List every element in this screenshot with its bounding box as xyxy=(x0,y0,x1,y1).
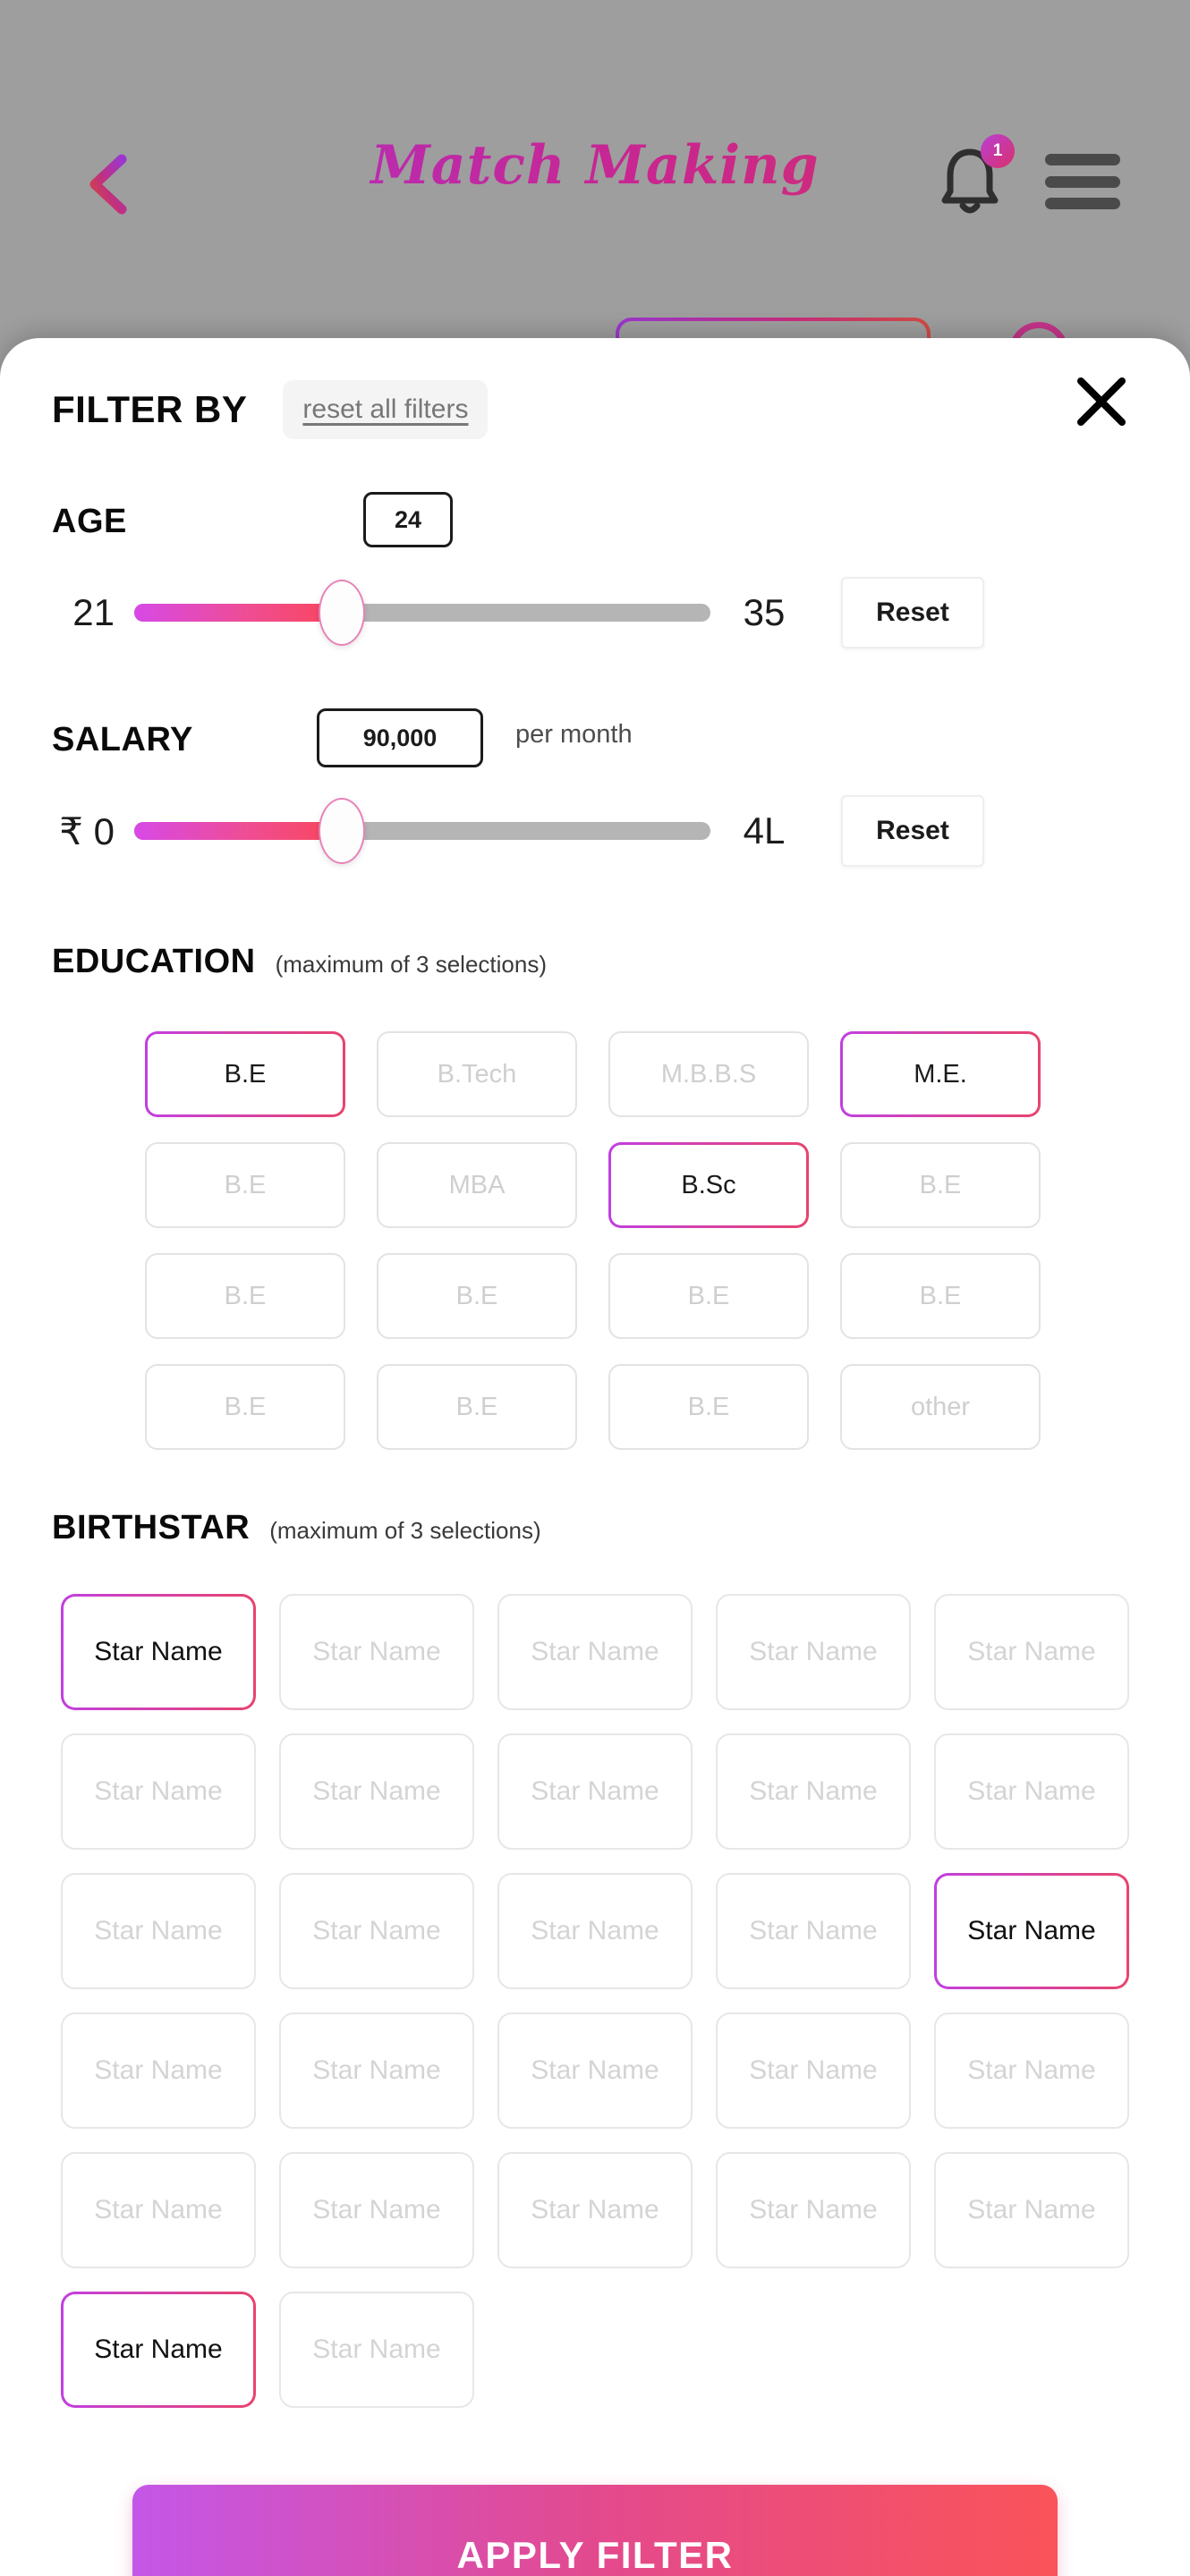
education-option-7[interactable]: B.E xyxy=(840,1142,1041,1228)
age-reset-button[interactable]: Reset xyxy=(841,577,984,648)
birthstar-option-23[interactable]: Star Name xyxy=(716,2152,911,2268)
education-option-13[interactable]: B.E xyxy=(377,1364,577,1450)
birthstar-option-14[interactable]: Star Name xyxy=(934,1873,1129,1989)
education-option-15[interactable]: other xyxy=(840,1364,1041,1450)
app-root: Match Making 1 Filter Profile FILTER BY … xyxy=(0,0,1190,2576)
birthstar-option-12[interactable]: Star Name xyxy=(497,1873,693,1989)
birthstar-option-22[interactable]: Star Name xyxy=(497,2152,693,2268)
birthstar-option-1[interactable]: Star Name xyxy=(279,1594,474,1710)
salary-reset-button[interactable]: Reset xyxy=(841,795,984,867)
birthstar-header: BIRTHSTAR (maximum of 3 selections) xyxy=(52,1509,1138,1547)
menu-bar-2 xyxy=(1045,175,1120,188)
education-section-note: (maximum of 3 selections) xyxy=(275,951,547,978)
notifications-button[interactable]: 1 xyxy=(936,134,1015,220)
salary-slider-row: ₹ 0 4L Reset xyxy=(52,795,1138,867)
birthstar-option-4[interactable]: Star Name xyxy=(934,1594,1129,1710)
birthstar-option-15[interactable]: Star Name xyxy=(61,2012,256,2129)
education-option-12[interactable]: B.E xyxy=(145,1364,345,1450)
birthstar-option-16[interactable]: Star Name xyxy=(279,2012,474,2129)
birthstar-option-6[interactable]: Star Name xyxy=(279,1733,474,1850)
education-option-4[interactable]: B.E xyxy=(145,1142,345,1228)
birthstar-option-21[interactable]: Star Name xyxy=(279,2152,474,2268)
birthstar-option-24[interactable]: Star Name xyxy=(934,2152,1129,2268)
birthstar-option-26[interactable]: Star Name xyxy=(279,2292,474,2408)
education-filter-section: EDUCATION (maximum of 3 selections) B.E B… xyxy=(52,943,1138,1450)
menu-bar-3 xyxy=(1045,198,1120,209)
education-option-3[interactable]: M.E. xyxy=(840,1031,1041,1117)
birthstar-option-9[interactable]: Star Name xyxy=(934,1733,1129,1850)
education-option-9[interactable]: B.E xyxy=(377,1253,577,1339)
education-header: EDUCATION (maximum of 3 selections) xyxy=(52,943,1138,981)
birthstar-options-grid: Star Name Star Name Star Name Star Name Star… xyxy=(61,1594,1138,2408)
salary-unit-label: per month xyxy=(515,720,633,749)
birthstar-option-11[interactable]: Star Name xyxy=(279,1873,474,1989)
age-slider-row: 21 35 Reset xyxy=(52,577,1138,648)
education-option-0[interactable]: B.E xyxy=(145,1031,345,1117)
hamburger-menu-icon[interactable] xyxy=(1045,154,1120,209)
apply-filter-button[interactable]: APPLY FILTER xyxy=(132,2485,1058,2576)
age-section-title: AGE xyxy=(52,503,127,540)
filter-by-title: FILTER BY xyxy=(52,388,248,430)
birthstar-option-17[interactable]: Star Name xyxy=(497,2012,693,2129)
salary-slider-thumb[interactable] xyxy=(318,798,365,864)
age-max-label: 35 xyxy=(743,591,786,633)
birthstar-option-10[interactable]: Star Name xyxy=(61,1873,256,1989)
age-slider-thumb[interactable] xyxy=(318,580,365,646)
filter-sheet: FILTER BY reset all filters AGE 24 21 35… xyxy=(0,338,1190,2576)
birthstar-filter-section: BIRTHSTAR (maximum of 3 selections) Star… xyxy=(52,1509,1138,2408)
notification-badge: 1 xyxy=(981,134,1015,168)
education-option-10[interactable]: B.E xyxy=(608,1253,809,1339)
age-value-chip[interactable]: 24 xyxy=(363,492,453,547)
birthstar-option-19[interactable]: Star Name xyxy=(934,2012,1129,2129)
birthstar-option-3[interactable]: Star Name xyxy=(716,1594,911,1710)
birthstar-option-0[interactable]: Star Name xyxy=(61,1594,256,1710)
back-arrow-icon[interactable] xyxy=(86,152,159,216)
education-options-grid: B.E B.Tech M.B.B.S M.E. B.E MBA B.Sc B.E B.E B.E B… xyxy=(145,1031,1138,1450)
salary-slider[interactable] xyxy=(134,798,710,864)
filter-sheet-header: FILTER BY reset all filters xyxy=(52,338,1138,481)
birthstar-option-13[interactable]: Star Name xyxy=(716,1873,911,1989)
menu-bar-1 xyxy=(1045,154,1120,165)
salary-filter-section: SALARY 90,000 per month ₹ 0 4L Reset xyxy=(52,708,1138,896)
close-icon[interactable] xyxy=(1074,374,1129,429)
education-option-11[interactable]: B.E xyxy=(840,1253,1041,1339)
age-filter-section: AGE 24 21 35 Reset xyxy=(52,492,1138,678)
education-option-2[interactable]: M.B.B.S xyxy=(608,1031,809,1117)
salary-slider-fill xyxy=(134,822,342,840)
age-min-label: 21 xyxy=(72,591,115,633)
education-section-title: EDUCATION xyxy=(52,943,256,980)
age-slider[interactable] xyxy=(134,580,710,646)
birthstar-option-7[interactable]: Star Name xyxy=(497,1733,693,1850)
education-option-5[interactable]: MBA xyxy=(377,1142,577,1228)
app-header: Match Making 1 Filter Profile xyxy=(0,0,1190,412)
salary-slider-track[interactable] xyxy=(134,798,710,864)
salary-value-chip[interactable]: 90,000 xyxy=(317,708,483,767)
birthstar-option-18[interactable]: Star Name xyxy=(716,2012,911,2129)
education-option-14[interactable]: B.E xyxy=(608,1364,809,1450)
birthstar-option-20[interactable]: Star Name xyxy=(61,2152,256,2268)
birthstar-section-title: BIRTHSTAR xyxy=(52,1509,251,1546)
age-slider-track[interactable] xyxy=(134,580,710,646)
salary-min-label: ₹ 0 xyxy=(59,809,115,852)
education-option-1[interactable]: B.Tech xyxy=(377,1031,577,1117)
education-option-6[interactable]: B.Sc xyxy=(608,1142,809,1228)
birthstar-option-2[interactable]: Star Name xyxy=(497,1594,693,1710)
reset-all-filters-button[interactable]: reset all filters xyxy=(283,380,489,439)
birthstar-section-note: (maximum of 3 selections) xyxy=(269,1517,541,1544)
salary-max-label: 4L xyxy=(743,809,786,852)
birthstar-option-25[interactable]: Star Name xyxy=(61,2292,256,2408)
birthstar-option-8[interactable]: Star Name xyxy=(716,1733,911,1850)
age-slider-fill xyxy=(134,604,342,622)
birthstar-option-5[interactable]: Star Name xyxy=(61,1733,256,1850)
education-option-8[interactable]: B.E xyxy=(145,1253,345,1339)
